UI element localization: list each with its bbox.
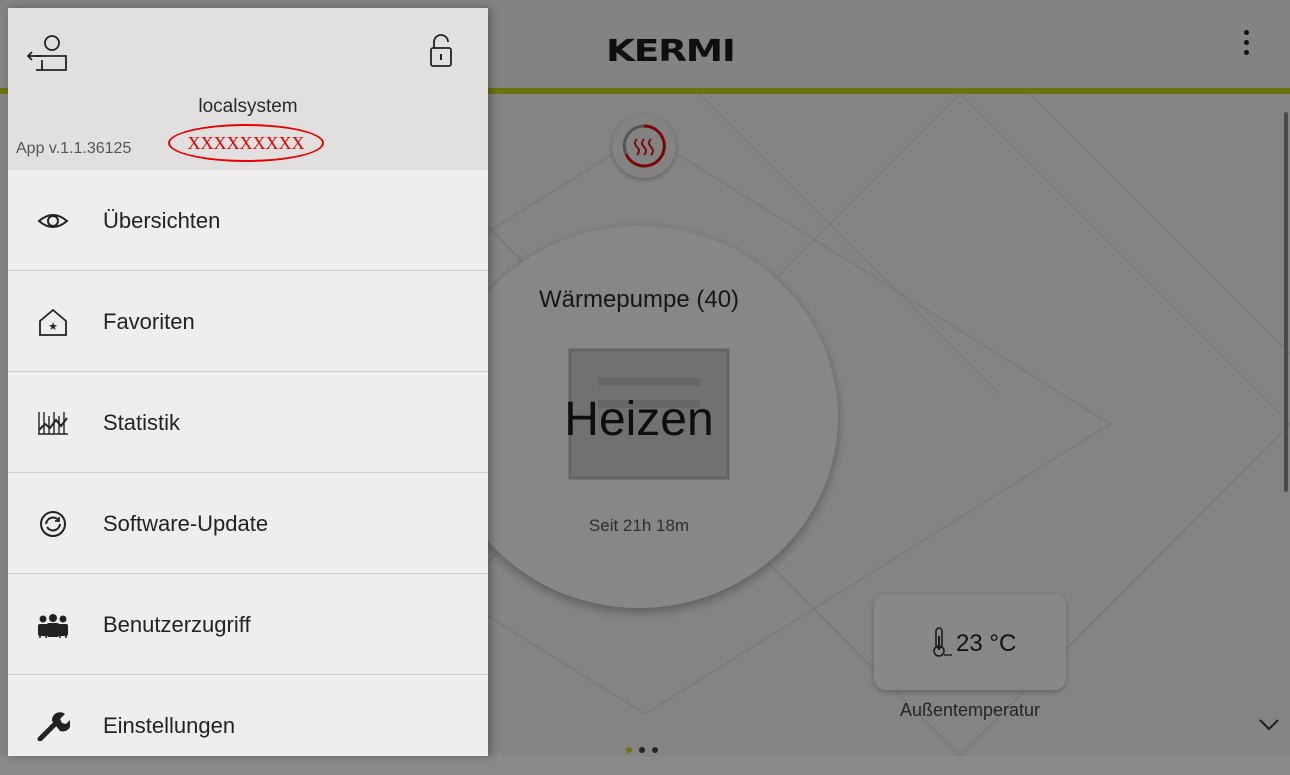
- favorite-home-icon: ★: [39, 308, 67, 336]
- statistics-icon: [38, 412, 68, 435]
- menu-item-statistics[interactable]: Statistik: [8, 372, 488, 473]
- menu-label: Übersichten: [103, 208, 221, 233]
- menu-item-user-access[interactable]: Benutzerzugriff: [8, 574, 488, 675]
- menu-item-favorites[interactable]: ★ Favoriten: [8, 271, 488, 372]
- menu-label: Benutzerzugriff: [103, 612, 251, 637]
- redacted-annotation: XXXXXXXXX: [168, 124, 324, 162]
- menu-item-software-update[interactable]: Software-Update: [8, 473, 488, 574]
- app-version: App v.1.1.36125: [16, 140, 132, 157]
- update-icon: [40, 511, 66, 537]
- menu-label: Software-Update: [103, 511, 269, 536]
- menu-label: Favoriten: [103, 309, 195, 334]
- logout-user-icon[interactable]: [26, 34, 72, 72]
- navigation-drawer: localsystem App v.1.1.36125 XXXXXXXXX Üb…: [8, 8, 488, 756]
- drawer-header: localsystem App v.1.1.36125 XXXXXXXXX: [8, 8, 488, 170]
- menu-item-settings[interactable]: Einstellungen: [8, 675, 488, 775]
- menu-label: Einstellungen: [103, 713, 236, 738]
- system-name: localsystem: [198, 96, 298, 117]
- menu-label: Statistik: [103, 410, 181, 435]
- wrench-icon: [37, 712, 70, 741]
- svg-text:★: ★: [48, 320, 58, 333]
- lock-open-icon[interactable]: [428, 34, 454, 68]
- drawer-menu: Übersichten ★ Favoriten Statistik Softwa…: [8, 170, 488, 775]
- eye-icon: [37, 214, 69, 228]
- menu-item-overviews[interactable]: Übersichten: [8, 170, 488, 271]
- users-icon: [38, 614, 68, 638]
